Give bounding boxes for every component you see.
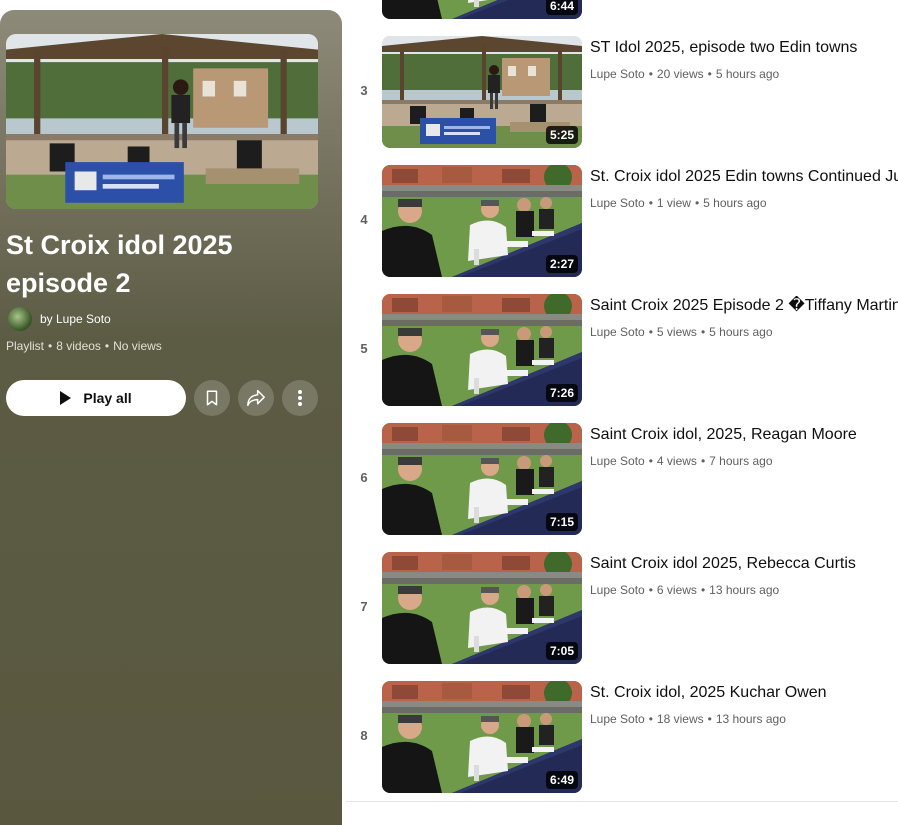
video-row[interactable]: 4 2:27 St. Croix idol 2025 Edin towns Co…	[352, 165, 898, 294]
share-button[interactable]	[238, 380, 274, 416]
video-row[interactable]: 6 7:15 Saint Croix idol, 2025, Reagan Mo…	[352, 423, 898, 552]
play-all-label: Play all	[83, 390, 132, 406]
view-count: 6 views	[656, 583, 697, 597]
video-title[interactable]: ST Idol 2025, episode two Edin towns	[590, 38, 898, 58]
more-actions-button[interactable]	[282, 380, 318, 416]
upload-age: 5 hours ago	[709, 325, 773, 339]
playlist-views: No views	[113, 339, 162, 353]
view-count: 20 views	[656, 67, 704, 81]
upload-age: 13 hours ago	[709, 583, 780, 597]
playlist-owner[interactable]: by Lupe Soto	[40, 312, 111, 326]
upload-age: 5 hours ago	[715, 67, 780, 81]
video-thumbnail[interactable]: 7:05	[382, 552, 582, 664]
avatar[interactable]	[8, 307, 32, 331]
view-count: 4 views	[656, 454, 697, 468]
video-index: 6	[360, 470, 368, 485]
video-row[interactable]: 8 6:49 St. Croix idol, 2025 Kuchar Owen …	[352, 681, 898, 810]
more-vert-icon	[298, 390, 302, 406]
playlist-video-count: 8 videos	[56, 339, 101, 353]
upload-age: 7 hours ago	[709, 454, 773, 468]
video-thumbnail[interactable]: 7:26	[382, 294, 582, 406]
video-title[interactable]: St. Croix idol 2025 Edin towns Continued…	[590, 167, 898, 187]
video-thumbnail[interactable]: 2:27	[382, 165, 582, 277]
upload-age: 5 hours ago	[703, 196, 767, 210]
duration-badge: 2:27	[545, 255, 578, 273]
upload-age: 13 hours ago	[715, 712, 786, 726]
video-title[interactable]: Saint Croix 2025 Episode 2 �Tiffany Mart…	[590, 296, 898, 316]
channel-name[interactable]: Lupe Soto	[590, 712, 645, 726]
playlist-thumbnail[interactable]	[6, 34, 318, 209]
video-thumbnail[interactable]: 6:44	[382, 0, 582, 19]
video-row-partial[interactable]: 6:44	[352, 0, 898, 36]
channel-name[interactable]: Lupe Soto	[590, 67, 645, 81]
list-divider	[346, 801, 898, 802]
share-icon	[247, 389, 265, 407]
view-count: 1 view	[656, 196, 691, 210]
video-meta: Lupe Soto • 6 views • 13 hours ago	[590, 583, 780, 597]
playlist-panel: St Croix idol 2025 episode 2 by Lupe Sot…	[0, 10, 342, 825]
view-count: 18 views	[656, 712, 704, 726]
video-meta: Lupe Soto • 4 views • 7 hours ago	[590, 454, 773, 468]
video-row[interactable]: 7 7:05 Saint Croix idol 2025, Rebecca Cu…	[352, 552, 898, 681]
video-index: 5	[360, 341, 368, 356]
bookmark-icon	[206, 390, 218, 406]
video-index: 7	[360, 599, 368, 614]
video-meta: Lupe Soto • 18 views • 13 hours ago	[590, 712, 786, 726]
channel-name[interactable]: Lupe Soto	[590, 325, 645, 339]
playlist-kind: Playlist	[6, 339, 45, 353]
duration-badge: 6:49	[545, 771, 578, 789]
video-thumbnail[interactable]: 6:49	[382, 681, 582, 793]
video-meta: Lupe Soto • 5 views • 5 hours ago	[590, 325, 773, 339]
duration-badge: 7:05	[545, 642, 578, 660]
duration-badge: 6:44	[545, 0, 578, 15]
play-all-button[interactable]: Play all	[6, 380, 186, 416]
playlist-owner-row[interactable]: by Lupe Soto	[8, 307, 111, 331]
play-icon	[60, 391, 72, 405]
channel-name[interactable]: Lupe Soto	[590, 196, 645, 210]
video-meta: Lupe Soto • 1 view • 5 hours ago	[590, 196, 767, 210]
video-title[interactable]: Saint Croix idol 2025, Rebecca Curtis	[590, 554, 898, 574]
video-thumbnail[interactable]: 5:25	[382, 36, 582, 148]
video-title[interactable]: St. Croix idol, 2025 Kuchar Owen	[590, 683, 898, 703]
view-count: 5 views	[656, 325, 697, 339]
playlist-meta: Playlist • 8 videos • No views	[6, 339, 162, 353]
channel-name[interactable]: Lupe Soto	[590, 583, 645, 597]
video-thumbnail[interactable]: 7:15	[382, 423, 582, 535]
video-meta: Lupe Soto • 20 views • 5 hours ago	[590, 67, 780, 81]
video-index: 3	[360, 83, 368, 98]
playlist-title: St Croix idol 2025 episode 2	[6, 230, 233, 298]
save-playlist-button[interactable]	[194, 380, 230, 416]
video-index: 8	[360, 728, 368, 743]
video-row[interactable]: 3 5:25 ST Idol 2025, episode two Edin to…	[352, 36, 898, 165]
duration-badge: 5:25	[545, 126, 578, 144]
channel-name[interactable]: Lupe Soto	[590, 454, 645, 468]
duration-badge: 7:15	[545, 513, 578, 531]
duration-badge: 7:26	[545, 384, 578, 402]
video-title[interactable]: Saint Croix idol, 2025, Reagan Moore	[590, 425, 898, 445]
video-index: 4	[360, 212, 368, 227]
video-row[interactable]: 5 7:26 Saint Croix 2025 Episode 2 �Tiffa…	[352, 294, 898, 423]
